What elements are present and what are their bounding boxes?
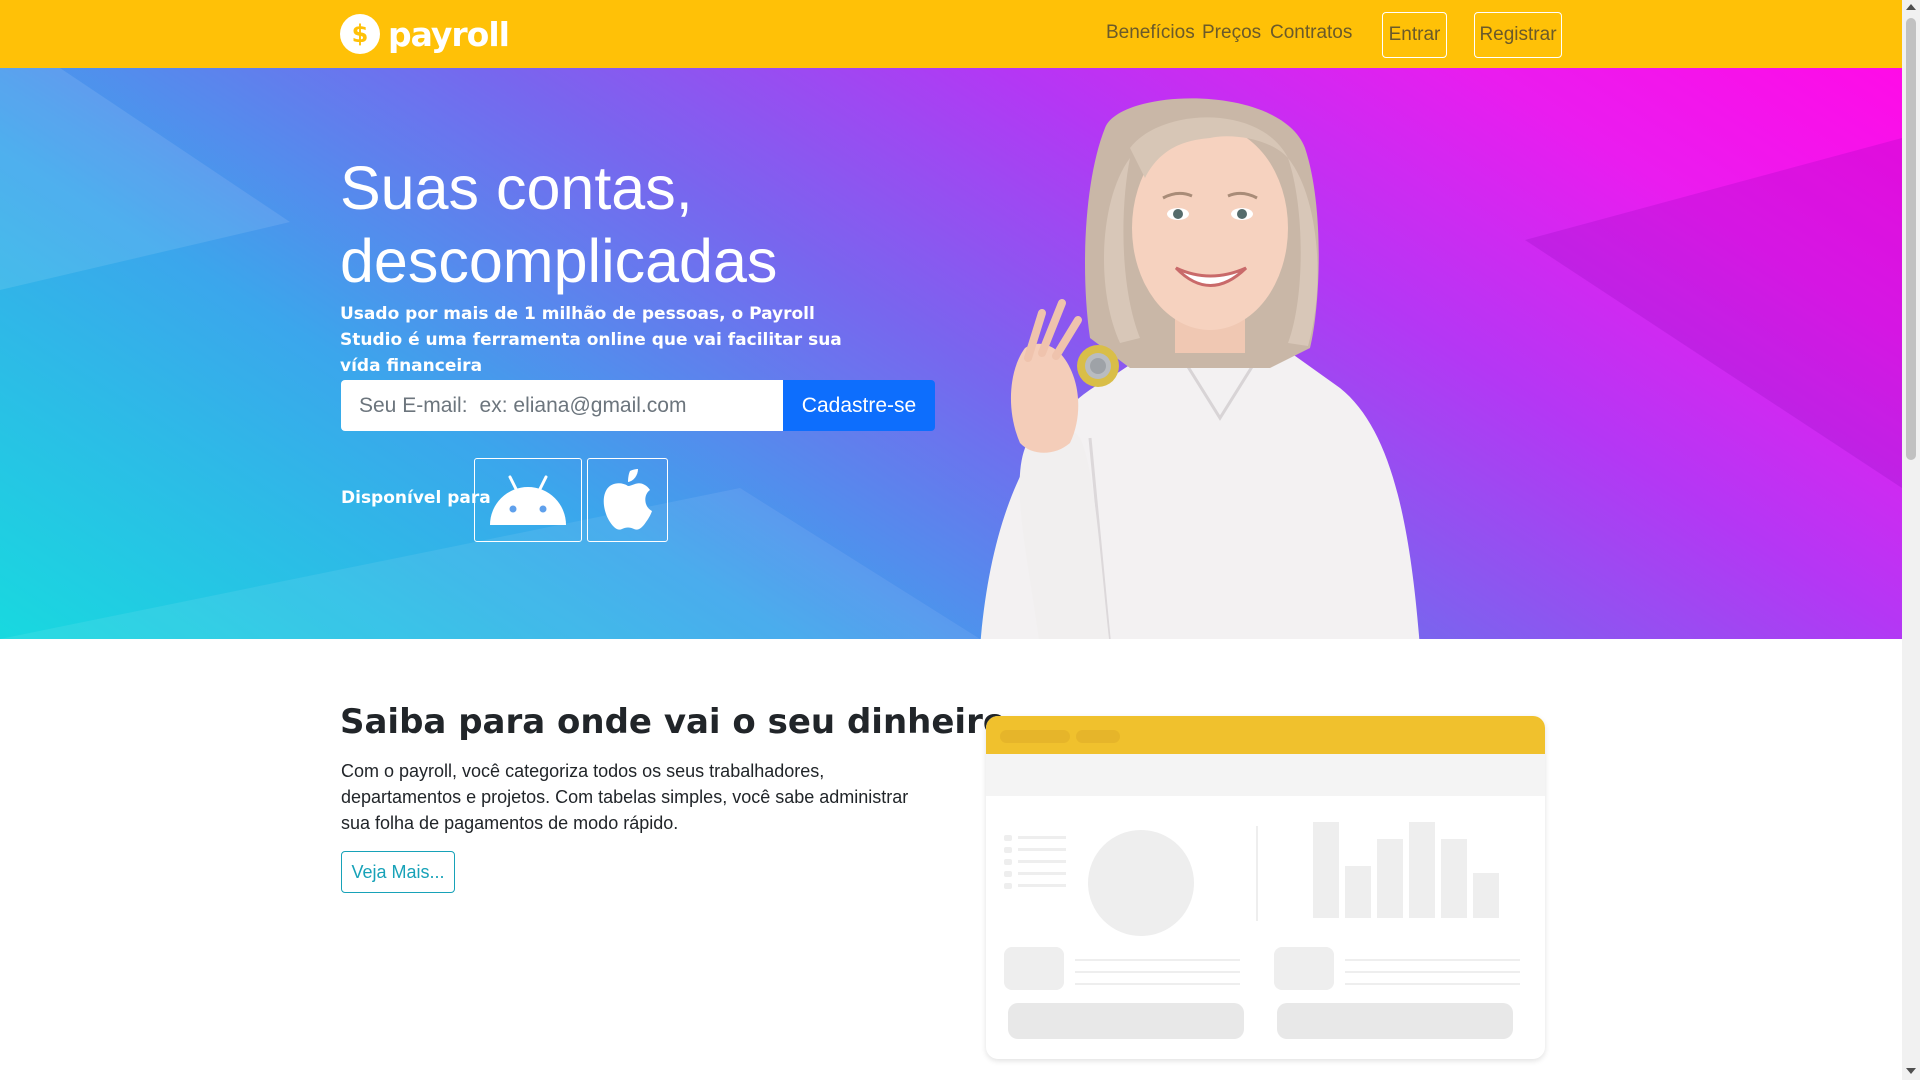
headline-line-1: Suas contas,: [340, 154, 693, 222]
section-title: Saiba para onde vai o seu dinheiro: [340, 702, 1007, 742]
headline-line-2: descomplicadas: [340, 227, 778, 295]
section-body: Com o payroll, você categoriza todos os …: [341, 761, 909, 833]
hero-section: Suas contas, descomplicadas Usado por ma…: [0, 68, 1902, 639]
logo-text: payroll: [388, 14, 510, 54]
woman-holding-coin-image: [980, 98, 1420, 639]
page-scrollbar[interactable]: [1902, 0, 1920, 1080]
mockup-content: [1004, 822, 1520, 1039]
see-more-button[interactable]: Veja Mais...: [341, 851, 455, 893]
nav-link-contratos[interactable]: Contratos: [1270, 22, 1352, 44]
dashboard-mockup-illustration: [986, 716, 1545, 1059]
hero-headline: Suas contas, descomplicadas: [340, 152, 940, 298]
android-icon: [490, 475, 566, 525]
login-button[interactable]: Entrar: [1382, 12, 1447, 58]
register-button[interactable]: Registrar: [1474, 12, 1562, 58]
ios-store-button[interactable]: [587, 458, 668, 542]
signup-button[interactable]: Cadastre-se: [783, 380, 935, 431]
scroll-up-arrow-icon[interactable]: [1906, 4, 1916, 10]
apple-icon: [603, 469, 652, 530]
available-label: Disponível para: [341, 488, 491, 508]
nav-link-precos[interactable]: Preços: [1202, 22, 1261, 44]
android-store-button[interactable]: [474, 458, 582, 542]
mockup-toolbar: [986, 754, 1545, 796]
email-label: Seu E-mail:: [359, 393, 468, 417]
logo[interactable]: $ payroll: [340, 14, 510, 54]
email-input[interactable]: Seu E-mail: ex: eliana@gmail.com: [341, 380, 783, 431]
scrollbar-thumb[interactable]: [1906, 18, 1916, 460]
logo-symbol: $: [351, 20, 369, 48]
email-placeholder: ex: eliana@gmail.com: [479, 393, 687, 417]
navbar: $ payroll Benefícios Preços Contratos En…: [0, 0, 1902, 68]
hero-subtitle: Usado por mais de 1 milhão de pessoas, o…: [340, 304, 842, 376]
dollar-coin-icon: $: [340, 14, 380, 54]
page: $ payroll Benefícios Preços Contratos En…: [0, 0, 1902, 1080]
mockup-header: [986, 716, 1545, 754]
scroll-down-arrow-icon[interactable]: [1906, 1068, 1916, 1074]
nav-link-beneficios[interactable]: Benefícios: [1106, 22, 1195, 44]
hero-background-shapes: [0, 68, 1902, 639]
